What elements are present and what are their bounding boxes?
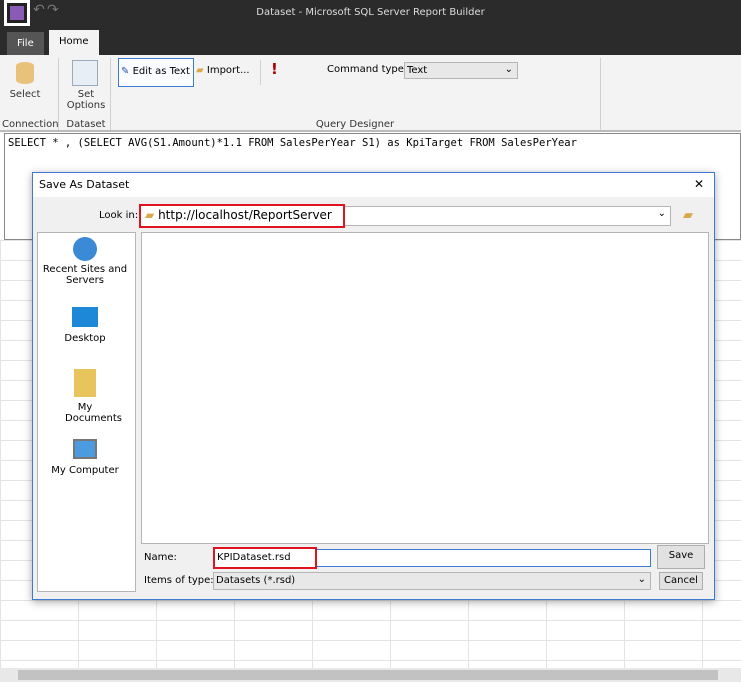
file-list[interactable]	[141, 232, 709, 544]
desktop-icon	[72, 307, 98, 327]
folder-icon: ▰	[196, 65, 204, 76]
save-button[interactable]: Save	[657, 545, 705, 569]
redo-icon[interactable]: ↷	[47, 2, 59, 18]
window-title: Dataset - Microsoft SQL Server Report Bu…	[256, 7, 485, 18]
command-type-select[interactable]: Text ⌄	[404, 62, 518, 79]
set-options-label: Set	[77, 89, 95, 100]
name-value: KPIDataset.rsd	[217, 552, 291, 563]
import-label: Import...	[206, 65, 250, 76]
command-type-label: Command type:	[327, 64, 408, 75]
globe-icon	[73, 237, 97, 261]
place-label: Recent Sites and Servers	[42, 264, 128, 286]
scrollbar-thumb[interactable]	[18, 670, 718, 680]
folder-icon: ▰	[145, 208, 155, 222]
place-label: My Documents	[65, 402, 123, 424]
group-connection: Connection	[2, 119, 59, 130]
type-select[interactable]: Datasets (*.rsd) ⌄	[213, 572, 651, 590]
set-options-label-2: Options	[66, 100, 106, 111]
close-icon[interactable]: ✕	[694, 177, 704, 191]
name-label: Name:	[144, 552, 177, 563]
place-my-documents[interactable]: My Documents	[37, 369, 133, 424]
run-icon[interactable]: !	[271, 60, 278, 78]
edit-as-text-label: Edit as Text	[132, 66, 190, 77]
set-options-button[interactable]: Set Options	[62, 89, 110, 111]
cancel-button[interactable]: Cancel	[659, 572, 703, 590]
select-button[interactable]: Select	[6, 89, 44, 100]
command-type-value: Text	[407, 65, 428, 76]
group-dataset: Dataset	[66, 119, 106, 130]
set-options-icon	[72, 60, 98, 86]
tab-file[interactable]: File	[7, 32, 44, 55]
name-value-highlight: KPIDataset.rsd	[213, 547, 317, 569]
folder-icon	[74, 369, 96, 397]
look-in-value: http://localhost/ReportServer	[158, 208, 332, 222]
import-button[interactable]: ▰ Import...	[196, 65, 250, 76]
tab-bar	[0, 30, 741, 55]
dialog-title-bar: Save As Dataset ✕	[33, 173, 714, 197]
chevron-down-icon: ⌄	[657, 208, 666, 219]
up-folder-icon[interactable]: ▰	[683, 208, 693, 223]
place-label: My Computer	[51, 465, 119, 476]
edit-icon: ✎	[121, 66, 130, 77]
chevron-down-icon: ⌄	[637, 574, 646, 585]
look-in-value-highlight: ▰ http://localhost/ReportServer	[139, 204, 345, 228]
undo-icon[interactable]: ↶	[33, 2, 45, 18]
save-as-dataset-dialog: Save As Dataset ✕ Look in: ⌄ ▰ http://loc…	[32, 172, 715, 600]
place-desktop[interactable]: Desktop	[37, 307, 133, 344]
type-value: Datasets (*.rsd)	[216, 575, 296, 586]
edit-as-text-button[interactable]: ✎ Edit as Text	[118, 58, 194, 87]
look-in-label: Look in:	[99, 210, 139, 221]
chevron-down-icon: ⌄	[504, 64, 513, 75]
tab-home[interactable]: Home	[49, 30, 99, 55]
group-query-designer: Query Designer	[315, 119, 395, 130]
dialog-title: Save As Dataset	[39, 178, 130, 191]
database-icon	[16, 62, 34, 84]
title-bar: Dataset - Microsoft SQL Server Report Bu…	[0, 0, 741, 30]
place-label: Desktop	[64, 333, 106, 344]
place-recent-sites[interactable]: Recent Sites and Servers	[37, 237, 133, 286]
save-icon[interactable]	[4, 0, 30, 26]
place-my-computer[interactable]: My Computer	[37, 439, 133, 476]
computer-icon	[73, 439, 97, 459]
type-label: Items of type:	[144, 575, 214, 586]
